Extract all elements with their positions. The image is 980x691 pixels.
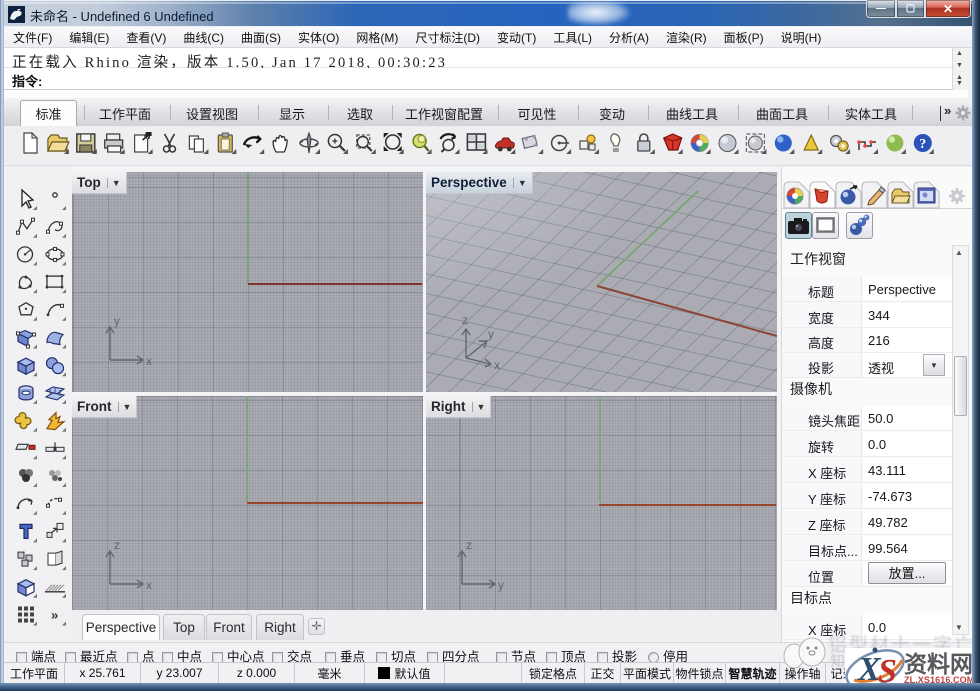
svg-text:z: z (462, 313, 468, 327)
svg-text:y: y (114, 314, 120, 328)
svg-text:z: z (466, 538, 472, 552)
svg-text:y: y (498, 578, 504, 592)
svg-text:y: y (488, 327, 494, 341)
svg-text:?: ? (919, 137, 926, 152)
svg-text:6: 6 (17, 9, 21, 16)
svg-text:»: » (51, 608, 58, 623)
svg-text:x: x (146, 578, 152, 592)
svg-text:x: x (494, 358, 500, 372)
svg-text:z: z (114, 538, 120, 552)
svg-text:x: x (146, 354, 152, 368)
